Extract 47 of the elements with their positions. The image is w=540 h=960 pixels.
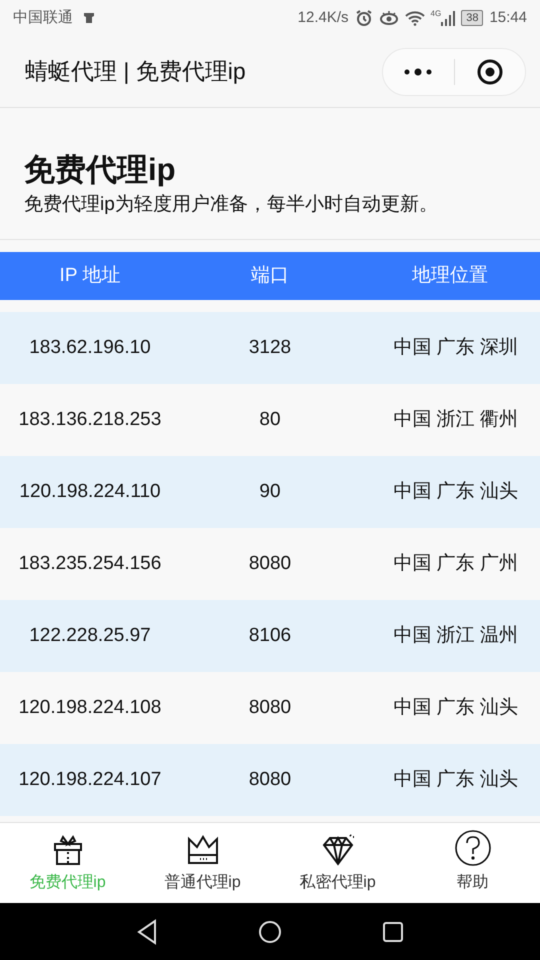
battery-indicator: 38 <box>461 10 484 26</box>
port-cell-text: 8080 <box>248 768 292 792</box>
port-cell-text: 80 <box>258 408 282 432</box>
ip-cell-text: 120.198.224.108 <box>18 696 162 720</box>
location-cell-text: 中国 广东 广州 <box>392 552 519 576</box>
port-cell-text: 8080 <box>248 696 292 720</box>
location-cell-text: 中国 广东 深圳 <box>392 336 519 360</box>
carrier-text: 中国联通 <box>13 8 73 28</box>
page-title: 蜻蜓代理 | 免费代理ip <box>25 57 246 86</box>
signal-icon <box>441 10 456 26</box>
ip-cell-text: 183.136.218.253 <box>18 408 162 432</box>
port-cell-text: 8106 <box>248 624 292 648</box>
tab-item[interactable]: 私密代理ip <box>270 823 405 903</box>
location-cell-text: 中国 广东 汕头 <box>392 480 519 504</box>
crown-icon <box>186 833 220 867</box>
column-header: 地理位置 <box>411 264 489 288</box>
eye-icon <box>378 10 399 26</box>
port-cell-text: 90 <box>258 480 282 504</box>
ip-cell-text: 183.235.254.156 <box>18 552 162 576</box>
section-description: 免费代理ip为轻度用户准备，每半小时自动更新。 <box>24 193 439 217</box>
section-heading: 免费代理ip <box>24 151 177 189</box>
clock-time: 15:44 <box>489 8 527 28</box>
location-cell-text: 中国 浙江 衢州 <box>392 408 519 432</box>
close-icon <box>476 58 503 84</box>
ip-cell-text: 120.198.224.107 <box>18 768 162 792</box>
location-cell-text: 中国 广东 汕头 <box>392 768 519 792</box>
diamond-icon <box>320 833 354 867</box>
column-header: 端口 <box>250 264 290 288</box>
network-type: 4G <box>430 10 442 18</box>
column-header: IP 地址 <box>58 264 122 288</box>
help-icon <box>454 829 492 867</box>
wifi-icon <box>404 10 425 26</box>
ip-cell-text: 122.228.25.97 <box>28 624 152 648</box>
port-cell-text: 3128 <box>248 336 292 360</box>
tab-item[interactable]: 帮助 <box>405 823 540 903</box>
home-icon[interactable] <box>258 920 282 944</box>
port-cell-text: 8080 <box>248 552 292 576</box>
location-cell-text: 中国 广东 汕头 <box>392 696 519 720</box>
tab-item[interactable]: 普通代理ip <box>135 823 270 903</box>
more-icon <box>403 66 434 76</box>
ip-cell-text: 183.62.196.10 <box>28 336 152 360</box>
ip-cell-text: 120.198.224.110 <box>18 480 162 504</box>
recents-icon[interactable] <box>382 920 404 942</box>
alarm-icon <box>354 9 373 27</box>
location-cell-text: 中国 浙江 温州 <box>392 624 519 648</box>
back-icon[interactable] <box>136 918 158 944</box>
network-speed: 12.4K/s <box>298 8 349 28</box>
